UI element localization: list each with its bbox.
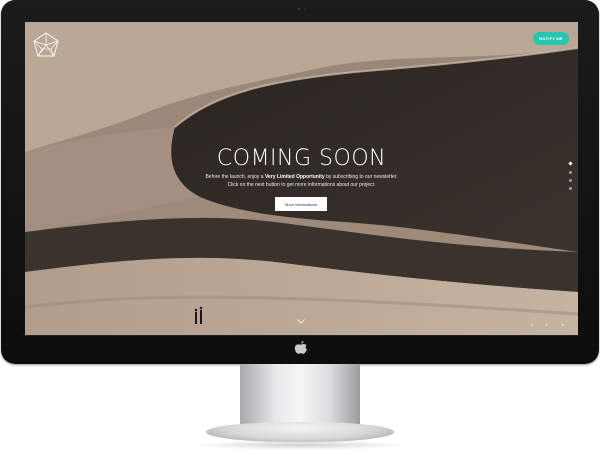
- section-dot-1[interactable]: [568, 161, 573, 166]
- hero-description-line-2: Click on the next button to get more inf…: [227, 182, 376, 188]
- linkedin-icon[interactable]: in: [561, 322, 564, 327]
- section-nav-dots: [568, 160, 574, 210]
- facebook-icon[interactable]: f: [531, 322, 532, 327]
- more-informations-button[interactable]: More informations: [275, 197, 327, 211]
- chevron-down-icon[interactable]: [297, 319, 305, 324]
- hero-description-line-1: Before the launch, enjoy a Very Limited …: [205, 174, 398, 180]
- section-dot-3[interactable]: [569, 179, 572, 182]
- bezel-divider: [23, 335, 579, 336]
- website-screen: NOTIFY ME COMING SOON Before the launch,…: [25, 22, 578, 335]
- brand-logo-icon[interactable]: [33, 32, 59, 58]
- monitor-bezel: NOTIFY ME COMING SOON Before the launch,…: [1, 0, 599, 364]
- twitter-icon[interactable]: t: [546, 322, 547, 327]
- section-dot-2[interactable]: [569, 171, 572, 174]
- monitor-stand-neck: [240, 364, 360, 426]
- camera-icon: [298, 8, 306, 11]
- apple-logo-icon: [294, 341, 307, 354]
- section-dot-4[interactable]: [569, 187, 572, 190]
- monitor-stand-base: [206, 422, 394, 442]
- notify-me-button[interactable]: NOTIFY ME: [533, 32, 569, 45]
- hero-title: COMING SOON: [216, 146, 387, 171]
